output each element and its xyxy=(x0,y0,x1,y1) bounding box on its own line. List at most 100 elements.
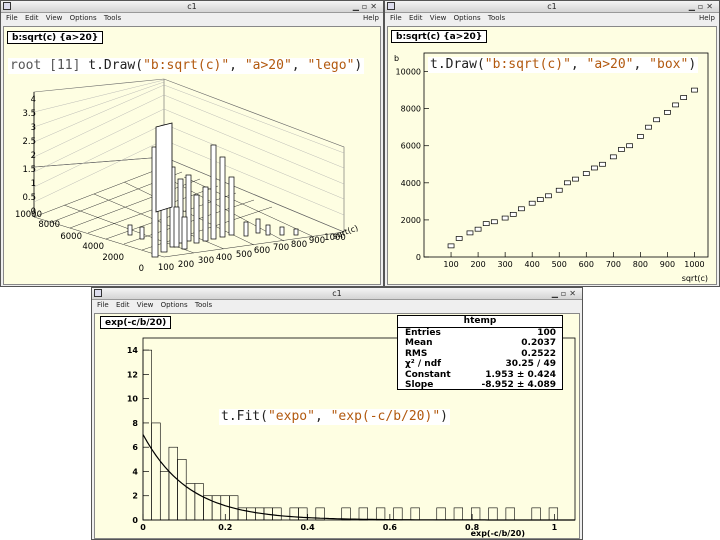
y-tick-label: 2 xyxy=(132,492,138,501)
z-tick-label: 4 xyxy=(31,95,36,105)
x-tick-label: 100 xyxy=(158,263,174,273)
menu-bar: File Edit View Options Tools xyxy=(92,300,582,311)
menu-bar: File Edit View Options Tools Help xyxy=(1,13,383,24)
z-tick-label: 1.5 xyxy=(22,165,36,175)
z-tick-label: 3 xyxy=(31,123,36,133)
box-mark xyxy=(466,230,474,236)
menu-view[interactable]: View xyxy=(46,14,63,22)
x-tick-label: 0.4 xyxy=(300,523,315,532)
histogram-bar xyxy=(177,459,187,521)
box-mark xyxy=(653,117,660,123)
x-tick-label: 700 xyxy=(273,243,289,253)
menu-edit[interactable]: Edit xyxy=(409,14,423,22)
canvas-window-fit: c1 ▁▫✕ File Edit View Options Tools 0 2 4 6… xyxy=(91,287,583,540)
menu-edit[interactable]: Edit xyxy=(25,14,39,22)
menu-options[interactable]: Options xyxy=(454,14,481,22)
expo-fit-curve xyxy=(142,434,575,521)
histogram-bar xyxy=(410,507,420,521)
canvas-window-lego: c1 ▁▫✕ File Edit View Options Tools Help xyxy=(0,0,384,287)
window-titlebar[interactable]: c1 ▁▫✕ xyxy=(1,1,383,13)
box-mark xyxy=(564,180,571,186)
command-overlay: t.Fit("expo", "exp(-c/b/20)") xyxy=(219,409,450,425)
z-tick-label: 0.5 xyxy=(22,193,36,203)
x-tick-label: 1000 xyxy=(684,260,704,269)
box-mark xyxy=(582,171,590,176)
window-controls[interactable]: ▁▫✕ xyxy=(353,1,380,12)
window-titlebar[interactable]: c1 ▁▫✕ xyxy=(385,1,719,13)
box-mark xyxy=(474,226,482,232)
plot-canvas-fit[interactable]: 0 2 4 6 8 10 12 14 0 0.2 0.4 0.6 0.8 1 exp(-c/b/20) … xyxy=(94,313,580,539)
y-tick-label: 12 xyxy=(127,370,138,379)
box-mark xyxy=(626,143,633,149)
histogram-bar xyxy=(488,507,498,521)
x-tick-label: 400 xyxy=(216,253,232,263)
window-controls[interactable]: ▁▫✕ xyxy=(689,1,716,12)
z-tick-label: 1 xyxy=(31,179,36,189)
x-tick-label: 500 xyxy=(236,250,252,260)
menu-help[interactable]: Help xyxy=(363,13,379,24)
box-mark xyxy=(664,109,671,115)
box-mark xyxy=(536,197,544,202)
y-tick-label: 0 xyxy=(139,264,144,274)
box-mark xyxy=(637,134,644,139)
x-axis-label: sqrt(c) xyxy=(682,274,708,283)
menu-edit[interactable]: Edit xyxy=(116,301,130,309)
x-tick-label: 800 xyxy=(291,240,307,250)
menu-options[interactable]: Options xyxy=(70,14,97,22)
command-overlay: root [11] t.Draw("b:sqrt(c)", "a>20", "l… xyxy=(8,58,365,74)
menu-view[interactable]: View xyxy=(137,301,154,309)
y-tick-label: 10000 xyxy=(15,210,42,220)
stats-row: χ² / ndf 30.25 / 49 xyxy=(405,359,556,370)
histogram-bar xyxy=(142,349,152,521)
window-titlebar[interactable]: c1 ▁▫✕ xyxy=(92,288,582,300)
menu-file[interactable]: File xyxy=(97,301,109,309)
histogram-bar xyxy=(272,507,282,521)
x-tick-label: 1 xyxy=(552,523,558,532)
x-tick-label: 100 xyxy=(443,260,458,269)
x-tick-label: 0 xyxy=(140,523,146,532)
x-tick-label: 700 xyxy=(606,260,621,269)
window-title: c1 xyxy=(332,289,342,298)
y-tick-label: 10000 xyxy=(396,68,421,77)
box-mark xyxy=(501,215,509,221)
y-tick-label: 8 xyxy=(132,419,138,428)
menu-options[interactable]: Options xyxy=(161,301,188,309)
stats-row: Entries 100 xyxy=(405,328,556,338)
box-mark xyxy=(509,211,517,217)
box-mark xyxy=(482,221,490,226)
x-tick-label: 600 xyxy=(254,246,270,256)
box-mark xyxy=(672,102,679,108)
histogram-bar xyxy=(375,507,386,521)
menu-help[interactable]: Help xyxy=(699,13,715,24)
canvas-window-box: c1 ▁▫✕ File Edit View Options Tools Help… xyxy=(384,0,720,287)
y-tick-label: 10 xyxy=(127,395,139,404)
histogram-bar xyxy=(505,507,515,521)
plot-canvas-lego[interactable]: 4 3.5 3 2.5 2 1.5 1 0.5 0 10000 8000 600… xyxy=(3,26,381,285)
box-mark xyxy=(609,154,617,160)
y-tick-label: 14 xyxy=(127,346,139,355)
command-overlay: t.Draw("b:sqrt(c)", "a>20", "box") xyxy=(428,57,699,73)
menu-tools[interactable]: Tools xyxy=(195,301,212,309)
window-controls[interactable]: ▁▫✕ xyxy=(552,288,579,299)
histogram-bar xyxy=(246,507,256,521)
x-tick-label: 300 xyxy=(198,256,214,266)
menu-file[interactable]: File xyxy=(390,14,402,22)
histogram-title: exp(-c/b/20) xyxy=(100,316,172,329)
box-mark xyxy=(572,176,579,182)
x-tick-label: 500 xyxy=(552,260,567,269)
lego-bars xyxy=(127,144,299,258)
menu-tools[interactable]: Tools xyxy=(488,14,505,22)
menu-file[interactable]: File xyxy=(6,14,18,22)
stats-title: htemp xyxy=(398,316,562,328)
box-mark xyxy=(518,206,525,212)
y-tick-label: 8000 xyxy=(401,105,421,114)
histogram-bar xyxy=(298,507,308,521)
y-axis-letter: b xyxy=(394,54,399,63)
plot-canvas-box[interactable]: 0 2000 4000 6000 8000 10000 100 200 300 400 500 60… xyxy=(387,26,717,285)
window-title: c1 xyxy=(547,2,557,11)
y-tick-label: 4000 xyxy=(82,242,104,252)
menu-tools[interactable]: Tools xyxy=(104,14,121,22)
x-axis-label: exp(-c/b/20) xyxy=(471,529,525,538)
histogram-bar xyxy=(211,495,222,521)
menu-view[interactable]: View xyxy=(430,14,447,22)
